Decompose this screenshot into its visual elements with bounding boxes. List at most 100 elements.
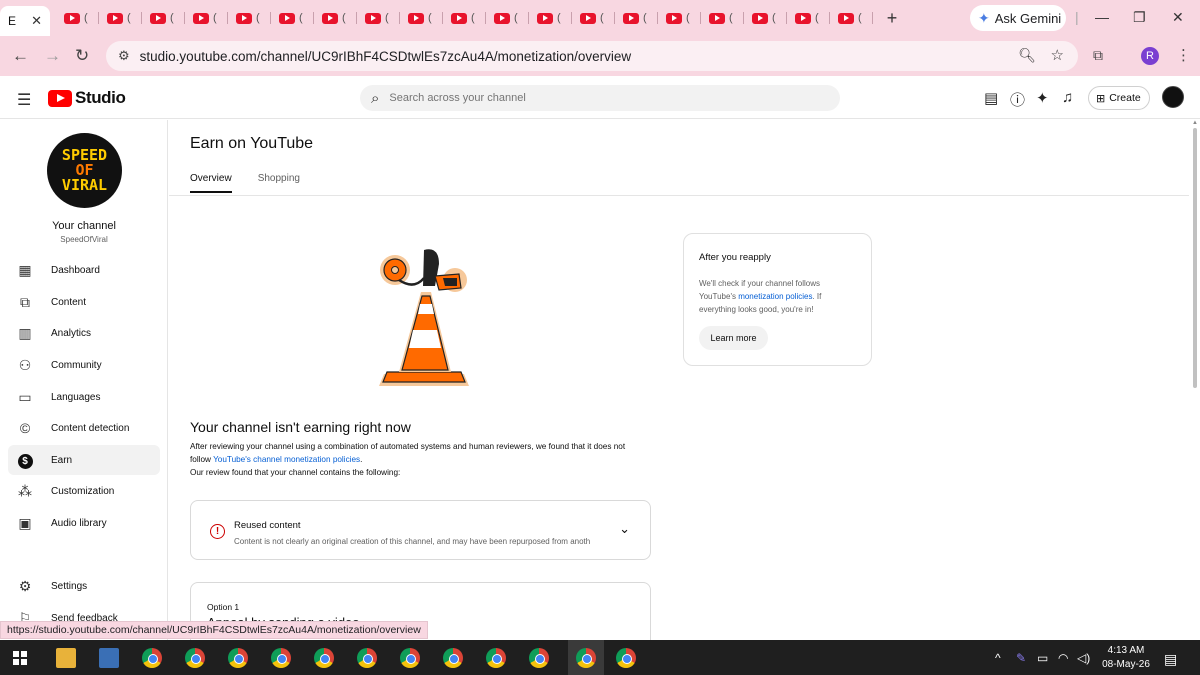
sidebar-item-analytics[interactable]: ▥ Analytics <box>8 318 160 348</box>
zoom-search-icon[interactable]: 🔍︎ <box>1018 47 1036 64</box>
chrome-profile-icon[interactable] <box>443 648 463 668</box>
url-text[interactable]: studio.youtube.com/channel/UC9rIBhF4CSDt… <box>140 49 631 64</box>
youtube-tab[interactable]: ( <box>271 6 314 30</box>
chrome-profile-icon[interactable] <box>529 648 549 668</box>
reapply-policies-link[interactable]: monetization policies <box>738 292 812 301</box>
youtube-tab[interactable]: ( <box>787 6 830 30</box>
chrome-profile-icon[interactable] <box>142 648 162 668</box>
account-avatar[interactable] <box>1162 86 1184 108</box>
youtube-tab[interactable]: ( <box>744 6 787 30</box>
create-label: Create <box>1109 92 1141 104</box>
active-tab-label: E <box>8 14 17 28</box>
sidebar-item-settings[interactable]: ⚙ Settings <box>8 571 160 601</box>
youtube-tab[interactable]: ( <box>400 6 443 30</box>
bookmark-star-icon[interactable]: ☆ <box>1051 46 1064 64</box>
ask-gemini-button[interactable]: ✦ Ask Gemini <box>970 5 1066 31</box>
ask-gemini-label: Ask Gemini <box>994 10 1062 26</box>
notifications-bell-icon[interactable]: ♫ <box>1062 89 1073 106</box>
youtube-tab[interactable]: ( <box>529 6 572 30</box>
monetization-policies-link[interactable]: YouTube's channel monetization policies <box>213 455 360 464</box>
back-arrow-icon[interactable]: ← <box>12 46 29 66</box>
create-button[interactable]: ⊞ Create <box>1088 86 1150 110</box>
youtube-tab[interactable]: ( <box>486 6 529 30</box>
scroll-up-arrow-icon[interactable]: ▲ <box>1192 120 1198 126</box>
scrollbar-thumb[interactable] <box>1193 128 1197 388</box>
chrome-profile-icon[interactable] <box>400 648 420 668</box>
sidebar-item-languages[interactable]: ▭ Languages <box>8 382 160 412</box>
hamburger-menu-icon[interactable]: ☰ <box>17 90 31 110</box>
restore-icon[interactable]: ❐ <box>1133 9 1146 26</box>
sidebar-item-audio-library[interactable]: ▣ Audio library <box>8 508 160 538</box>
chrome-profile-icon[interactable] <box>271 648 291 668</box>
close-tab-icon[interactable]: ✕ <box>31 13 42 29</box>
tab-title: ( <box>514 12 518 24</box>
review-line-2-suffix: . <box>360 455 363 464</box>
sidebar-item-content-detection[interactable]: © Content detection <box>8 413 160 443</box>
youtube-tab[interactable]: ( <box>443 6 486 30</box>
new-tab-button[interactable]: + <box>879 8 905 29</box>
page-scrollbar[interactable]: ▲ <box>1190 120 1200 640</box>
reused-content-card[interactable]: ! Reused content Content is not clearly … <box>190 500 651 560</box>
youtube-tab[interactable]: ( <box>99 6 142 30</box>
notification-center-icon[interactable]: ▤ <box>1164 651 1177 668</box>
sparkle-icon[interactable]: ✦ <box>1036 89 1049 107</box>
reload-icon[interactable]: ↻ <box>75 46 89 66</box>
close-window-icon[interactable]: ✕ <box>1172 9 1184 26</box>
profile-avatar[interactable]: R <box>1141 47 1159 65</box>
youtube-tab[interactable]: ( <box>701 6 744 30</box>
youtube-tab[interactable]: ( <box>56 6 99 30</box>
sidebar-item-community[interactable]: ⚇ Community <box>8 350 160 380</box>
youtube-tab[interactable]: ( <box>228 6 271 30</box>
youtube-tab[interactable]: ( <box>314 6 357 30</box>
chrome-profile-icon[interactable] <box>185 648 205 668</box>
youtube-tab[interactable]: ( <box>357 6 400 30</box>
tray-chevron-up-icon[interactable]: ^ <box>995 651 1001 665</box>
reading-mode-icon[interactable]: ⧉ <box>1093 47 1103 64</box>
youtube-tab[interactable]: ( <box>830 6 873 30</box>
chrome-profile-icon[interactable] <box>486 648 506 668</box>
taskbar-clock[interactable]: 4:13 AM 08-May-26 <box>1097 644 1155 672</box>
sidebar-item-customization[interactable]: ⁂ Customization <box>8 476 160 506</box>
gear-icon: ⚙ <box>18 577 32 594</box>
youtube-tab[interactable]: ( <box>185 6 228 30</box>
sidebar-item-earn[interactable]: $ Earn <box>8 445 160 475</box>
tab-shopping[interactable]: Shopping <box>258 173 300 193</box>
search-icon[interactable]: ⌕ <box>371 90 379 107</box>
help-icon[interactable]: ⓘ <box>1010 89 1025 110</box>
chrome-profile-icon[interactable] <box>576 648 596 668</box>
omnibox[interactable]: ⚙ studio.youtube.com/channel/UC9rIBhF4CS… <box>106 41 1078 71</box>
chrome-profile-icon[interactable] <box>314 648 334 668</box>
chrome-profile-icon[interactable] <box>616 648 636 668</box>
file-explorer-icon[interactable] <box>56 648 76 668</box>
chrome-profile-icon[interactable] <box>357 648 377 668</box>
studio-logo[interactable]: Studio <box>48 88 126 108</box>
youtube-tab[interactable]: ( <box>615 6 658 30</box>
volume-icon[interactable]: ◁) <box>1077 651 1090 665</box>
chrome-profile-icon[interactable] <box>228 648 248 668</box>
tab-overview[interactable]: Overview <box>190 173 232 193</box>
pen-icon[interactable]: ✎ <box>1016 651 1026 665</box>
wifi-icon[interactable]: ◠ <box>1058 651 1068 665</box>
youtube-tab[interactable]: ( <box>142 6 185 30</box>
kebab-menu-icon[interactable]: ⋮ <box>1176 46 1191 64</box>
learn-more-button[interactable]: Learn more <box>699 326 768 350</box>
sidebar-item-content[interactable]: ⧉ Content <box>8 287 160 317</box>
sidebar-item-label: Content detection <box>51 422 130 434</box>
clock-time: 4:13 AM <box>1107 645 1145 656</box>
site-settings-icon[interactable]: ⚙ <box>118 48 130 64</box>
minimize-icon[interactable]: — <box>1095 9 1109 25</box>
youtube-tab[interactable]: ( <box>658 6 701 30</box>
channel-avatar[interactable]: SPEED OF VIRAL <box>47 133 122 208</box>
channel-search[interactable]: ⌕ <box>360 85 840 111</box>
chevron-down-icon[interactable]: ⌄ <box>619 521 630 537</box>
active-tab[interactable]: E ✕ <box>0 6 50 36</box>
calculator-icon[interactable] <box>99 648 119 668</box>
subtitles-icon[interactable]: ▤ <box>984 89 998 107</box>
windows-start-icon[interactable] <box>13 651 27 665</box>
search-input[interactable] <box>389 92 790 104</box>
battery-icon[interactable]: ▭ <box>1037 651 1048 665</box>
youtube-tab[interactable]: ( <box>572 6 615 30</box>
sidebar-item-dashboard[interactable]: ▦ Dashboard <box>8 255 160 285</box>
tab-title: ( <box>127 12 131 24</box>
forward-arrow-icon[interactable]: → <box>44 46 61 66</box>
